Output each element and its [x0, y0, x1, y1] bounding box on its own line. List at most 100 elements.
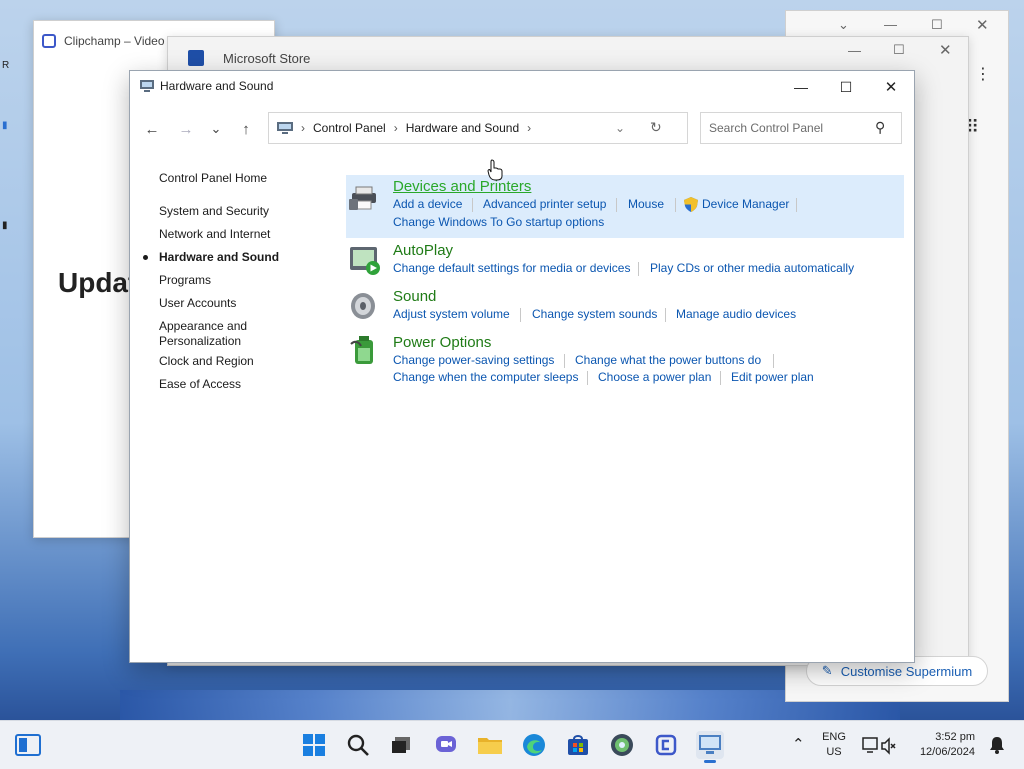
autoplay-icon[interactable]	[349, 245, 381, 277]
close-icon[interactable]: ✕	[939, 41, 952, 59]
start-button[interactable]	[300, 731, 328, 759]
clipchamp-icon[interactable]	[652, 731, 680, 759]
supermium-browser-icon[interactable]	[608, 731, 636, 759]
control-panel-taskbar-icon[interactable]	[696, 731, 724, 763]
forward-button[interactable]: →	[172, 115, 200, 143]
printer-icon[interactable]	[349, 181, 381, 213]
sidebar-item-appearance-and-personalization[interactable]: Appearance and Personalization	[159, 319, 269, 349]
speaker-icon[interactable]	[349, 290, 381, 322]
sidebar-item-clock-and-region[interactable]: Clock and Region	[159, 354, 254, 369]
up-button[interactable]: ↑	[232, 115, 260, 143]
refresh-icon[interactable]: ↻	[650, 119, 662, 136]
category-title-autoplay[interactable]: AutoPlay	[393, 242, 453, 259]
pencil-icon: ✎	[821, 663, 833, 678]
task-change-what-the-power-buttons-do[interactable]: Change what the power buttons do	[575, 353, 761, 367]
sidebar-item-network-and-internet[interactable]: Network and Internet	[159, 227, 270, 242]
task-play-cds-or-other-media-automatically[interactable]: Play CDs or other media automatically	[650, 261, 854, 275]
task-add-a-device[interactable]: Add a device	[393, 197, 462, 211]
clipchamp-title: Clipchamp – Video	[64, 34, 165, 48]
task-change-power-saving-settings[interactable]: Change power-saving settings	[393, 353, 554, 367]
breadcrumb-control-panel[interactable]: Control Panel	[313, 121, 386, 135]
task-manage-audio-devices[interactable]: Manage audio devices	[676, 307, 796, 321]
active-indicator	[704, 760, 716, 763]
minimize-button[interactable]: —	[778, 71, 824, 103]
taskbar: ⌃ ENG US 3:52 pm 12/06/2024	[0, 720, 1024, 769]
task-change-windows-to-go-startup-options[interactable]: Change Windows To Go startup options	[393, 215, 604, 229]
task-advanced-printer-setup[interactable]: Advanced printer setup	[483, 197, 606, 211]
breadcrumb-separator[interactable]: ›	[527, 121, 531, 135]
task-separator	[587, 371, 588, 385]
search-icon[interactable]	[344, 731, 372, 759]
task-choose-a-power-plan[interactable]: Choose a power plan	[598, 370, 711, 384]
task-edit-power-plan[interactable]: Edit power plan	[731, 370, 814, 384]
microsoft-store-icon[interactable]	[564, 731, 592, 759]
search-icon[interactable]: ⚲	[875, 119, 885, 136]
task-change-default-settings-for-media-or-devices[interactable]: Change default settings for media or dev…	[393, 261, 630, 275]
title-bar[interactable]: Hardware and Sound — ☐ ✕	[130, 71, 914, 103]
task-separator	[796, 198, 797, 212]
category-title-power-options[interactable]: Power Options	[393, 334, 491, 351]
language-line2: US	[826, 746, 842, 758]
task-adjust-system-volume[interactable]: Adjust system volume	[393, 307, 510, 321]
maximize-button[interactable]: ☐	[823, 71, 869, 103]
minimize-icon[interactable]: —	[848, 43, 861, 58]
task-view-icon[interactable]	[387, 731, 415, 759]
search-box[interactable]: Search Control Panel ⚲	[700, 112, 902, 144]
widgets-icon[interactable]	[14, 731, 42, 759]
close-icon[interactable]: ✕	[976, 16, 989, 34]
task-separator	[472, 198, 473, 212]
more-options-icon[interactable]: ⋮	[975, 64, 991, 84]
minimize-icon[interactable]: —	[884, 17, 897, 32]
breadcrumb-separator[interactable]: ›	[394, 121, 398, 135]
task-device-manager[interactable]: Device Manager	[702, 197, 789, 211]
clock[interactable]: 3:52 pm 12/06/2024	[915, 730, 975, 760]
task-mouse[interactable]: Mouse	[628, 197, 664, 211]
language-line1: ENG	[822, 731, 846, 743]
task-separator	[665, 308, 666, 322]
sidebar-item-hardware-and-sound[interactable]: Hardware and Sound	[159, 250, 279, 265]
desktop-icon[interactable]: ▮	[2, 220, 16, 238]
desktop-icon[interactable]: ▮	[2, 120, 16, 138]
search-placeholder: Search Control Panel	[709, 121, 824, 135]
task-separator	[720, 371, 721, 385]
sidebar-item-system-and-security[interactable]: System and Security	[159, 204, 269, 219]
task-separator	[638, 262, 639, 276]
category-title-devices-and-printers[interactable]: Devices and Printers	[393, 178, 531, 195]
maximize-icon[interactable]: ☐	[931, 17, 943, 33]
teams-chat-icon[interactable]	[432, 731, 460, 759]
close-button[interactable]: ✕	[868, 71, 914, 103]
sidebar-control-panel-home[interactable]: Control Panel Home	[159, 171, 267, 186]
sidebar-item-programs[interactable]: Programs	[159, 273, 211, 288]
breadcrumb-separator: ›	[301, 121, 305, 135]
power-options-icon[interactable]	[349, 334, 381, 366]
hand-cursor-icon	[487, 159, 503, 181]
window-title: Hardware and Sound	[160, 79, 274, 93]
sidebar-item-ease-of-access[interactable]: Ease of Access	[159, 377, 241, 392]
show-hidden-icons-icon[interactable]: ⌃	[792, 735, 805, 753]
breadcrumb-hardware-and-sound[interactable]: Hardware and Sound	[406, 121, 519, 135]
task-separator	[520, 308, 521, 322]
clock-date: 12/06/2024	[919, 746, 975, 758]
network-volume-icon[interactable]	[862, 737, 896, 755]
notification-bell-icon[interactable]	[988, 736, 1006, 754]
task-separator	[773, 354, 774, 368]
customise-supermium-label: Customise Supermium	[840, 663, 973, 679]
maximize-icon[interactable]: ☐	[893, 42, 905, 58]
recent-locations-button[interactable]: ⌄	[202, 115, 230, 143]
chevron-down-icon[interactable]: ⌄	[838, 17, 849, 33]
task-separator	[616, 198, 617, 212]
language-indicator[interactable]: ENG US	[818, 730, 850, 760]
desktop-icon[interactable]: R	[2, 60, 16, 78]
back-button[interactable]: ←	[138, 115, 166, 143]
clock-time: 3:52 pm	[935, 731, 975, 743]
file-explorer-icon[interactable]	[476, 731, 504, 759]
address-dropdown-icon[interactable]: ⌄	[615, 121, 625, 135]
task-separator	[675, 198, 676, 212]
control-panel-icon	[140, 80, 154, 92]
category-title-sound[interactable]: Sound	[393, 288, 436, 305]
task-change-when-the-computer-sleeps[interactable]: Change when the computer sleeps	[393, 370, 578, 384]
task-change-system-sounds[interactable]: Change system sounds	[532, 307, 657, 321]
task-separator	[564, 354, 565, 368]
edge-browser-icon[interactable]	[520, 731, 548, 759]
sidebar-item-user-accounts[interactable]: User Accounts	[159, 296, 236, 311]
